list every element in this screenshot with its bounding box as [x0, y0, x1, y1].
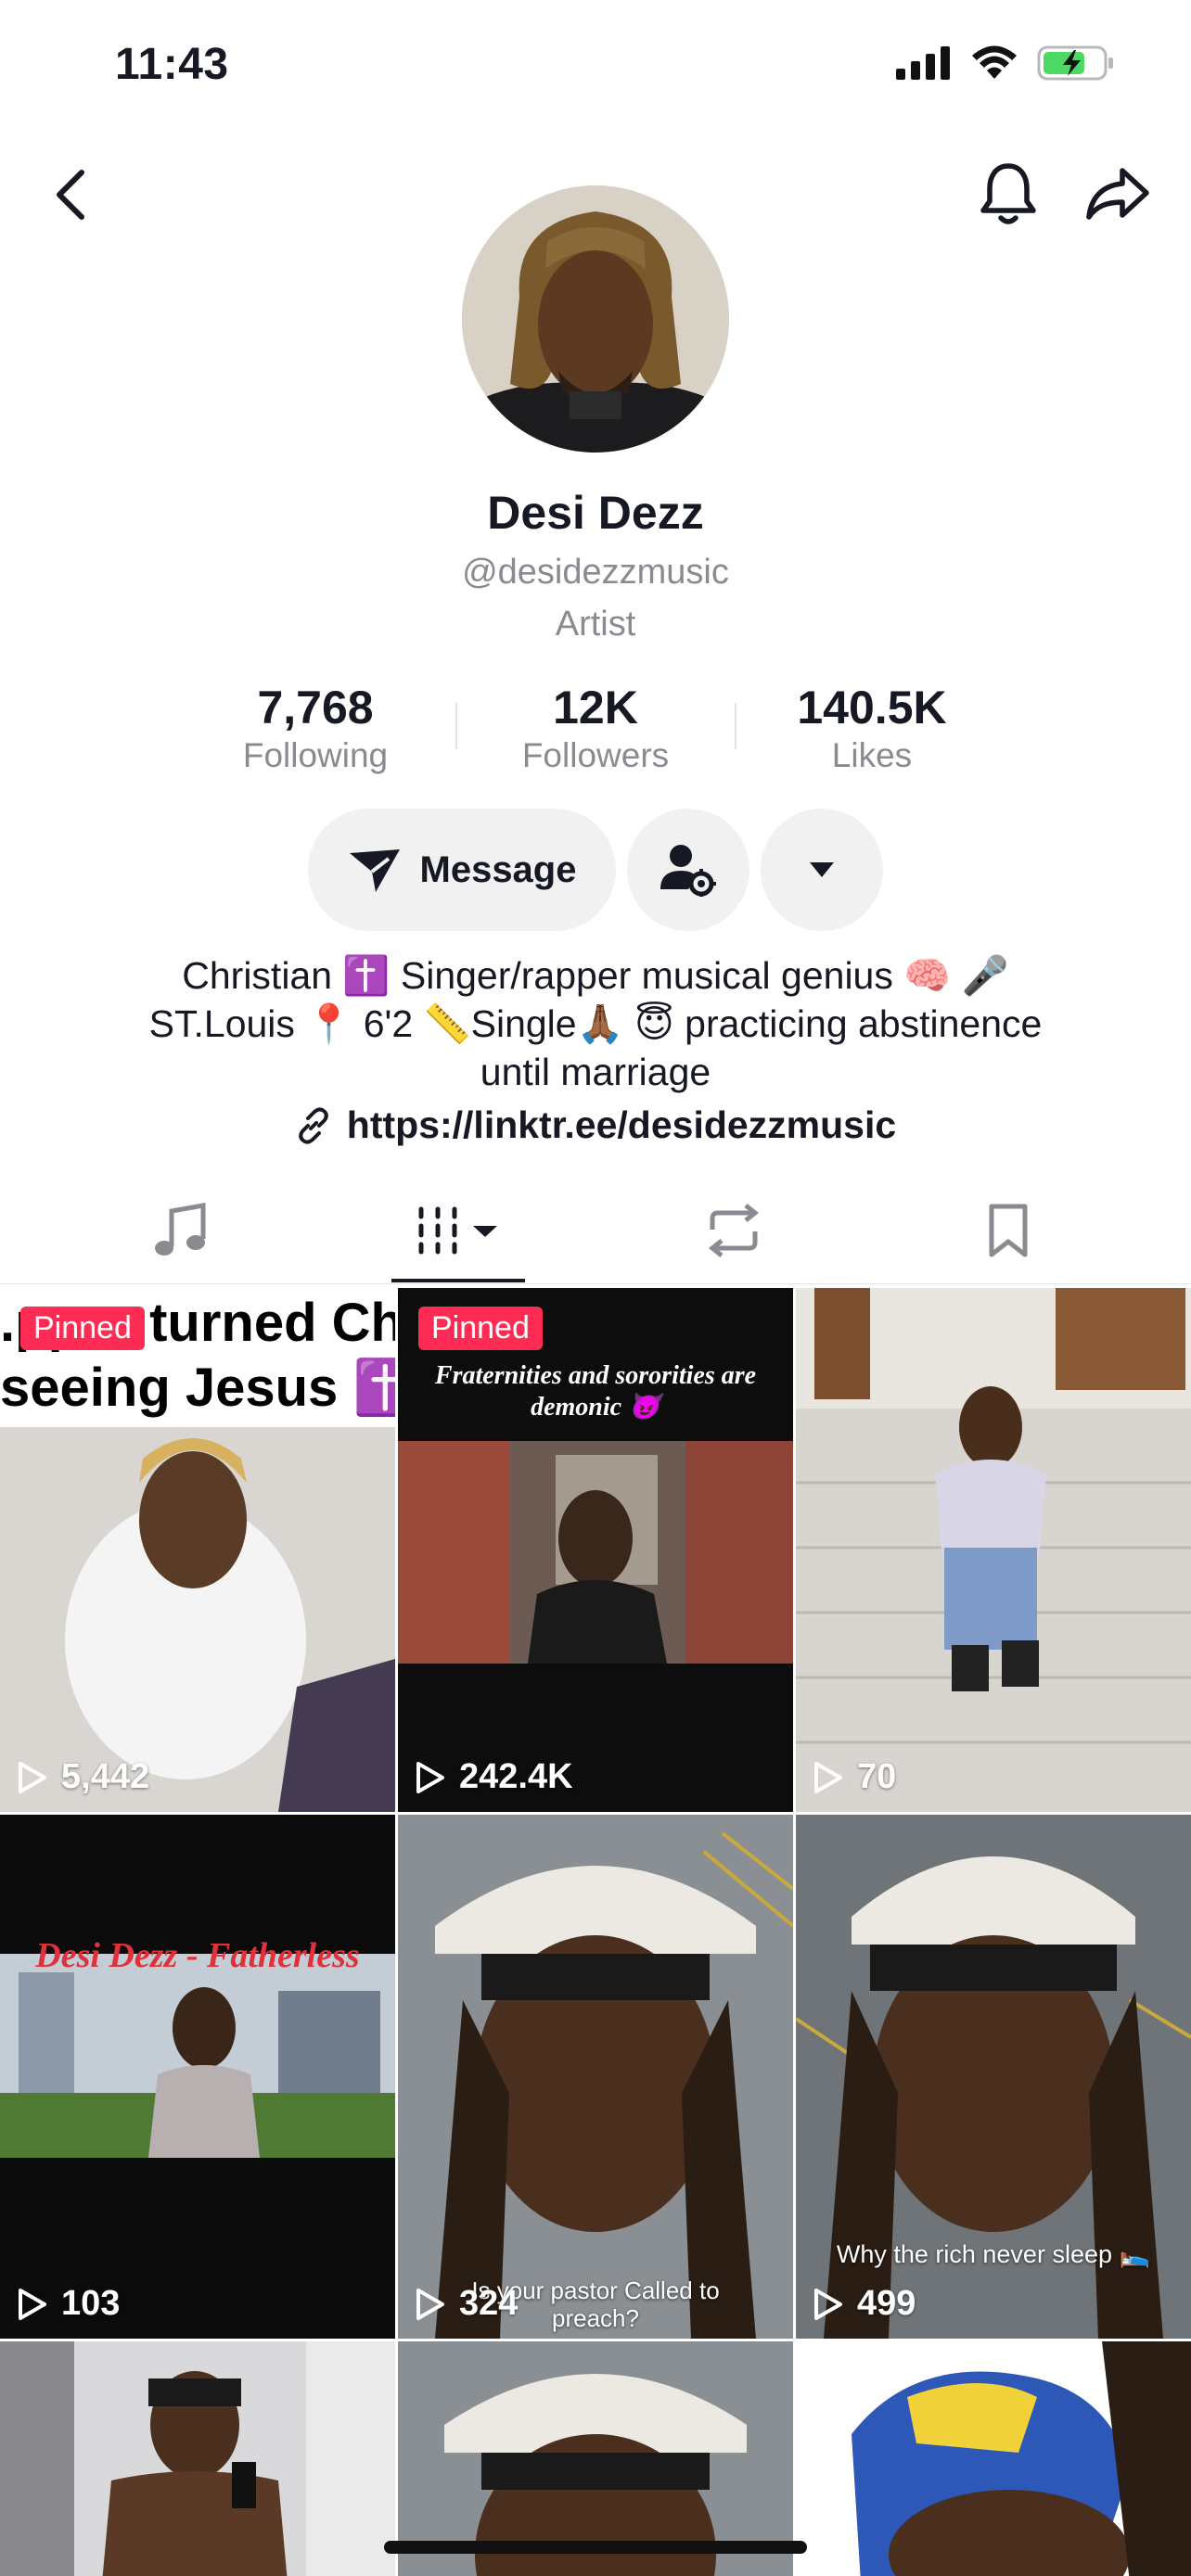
video-views: 499	[813, 2284, 916, 2324]
play-icon	[416, 2288, 444, 2320]
video-views: 5,442	[17, 1757, 149, 1797]
bio-link-text[interactable]: https://linktr.ee/desidezzmusic	[347, 1103, 896, 1147]
play-icon	[814, 2288, 842, 2320]
pinned-badge: Pinned	[418, 1307, 543, 1350]
home-indicator	[384, 2541, 807, 2554]
cellular-signal-icon	[896, 46, 950, 80]
play-icon	[19, 2288, 46, 2320]
tab-videos[interactable]	[310, 1178, 608, 1283]
battery-charging-icon	[1037, 45, 1113, 81]
content-tabs	[0, 1178, 1191, 1283]
bio-line: Christian ✝️ Singer/rapper musical geniu…	[182, 954, 1009, 997]
view-count: 70	[857, 1757, 897, 1796]
video-tile[interactable]: Why the rich never sleep 🛌 499	[796, 1815, 1191, 2339]
stat-following[interactable]: 7,768 Following	[176, 681, 455, 775]
repost-icon	[708, 1204, 759, 1257]
chevron-left-icon	[57, 170, 84, 220]
share-arrow-icon	[1086, 168, 1149, 220]
video-tile[interactable]: Is your pastor Called to preach? 324	[398, 1815, 793, 2339]
account-category: Artist	[555, 605, 636, 644]
status-time: 11:43	[115, 40, 229, 89]
video-tile[interactable]	[796, 2341, 1191, 2576]
bookmark-icon	[989, 1204, 1027, 1257]
back-button[interactable]	[33, 158, 108, 232]
wifi-icon	[972, 45, 1017, 79]
bell-icon	[980, 163, 1036, 224]
notifications-button[interactable]	[968, 154, 1048, 234]
video-views: 242.4K	[415, 1757, 573, 1797]
video-views: 103	[17, 2284, 120, 2324]
video-overlay-text: Desi Dezz - Fatherless	[35, 1936, 360, 1975]
stat-likes[interactable]: 140.5K Likes	[733, 681, 1011, 775]
active-tab-indicator	[391, 1279, 525, 1282]
stat-value: 140.5K	[797, 682, 947, 733]
video-tile[interactable]	[0, 2341, 395, 2576]
share-button[interactable]	[1078, 154, 1158, 234]
message-button[interactable]: Message	[308, 809, 616, 931]
stat-label: Likes	[831, 736, 913, 774]
profile-stats: 7,768 Following 12K Followers 140.5K Lik…	[0, 681, 1191, 783]
view-count: 5,442	[61, 1757, 150, 1796]
status-bar: 11:43	[0, 0, 1191, 130]
video-overlay-text: seeing Jesus ✝️	[0, 1358, 395, 1418]
video-tile[interactable]: 70	[796, 1288, 1191, 1812]
profile-avatar[interactable]	[462, 185, 729, 453]
video-thumbnail	[796, 2341, 1191, 2576]
stat-value: 7,768	[257, 682, 374, 733]
video-views: 324	[415, 2284, 518, 2324]
user-settings-icon	[660, 845, 716, 897]
view-count: 242.4K	[459, 1757, 573, 1796]
link-icon	[299, 1106, 328, 1144]
follow-settings-button[interactable]	[627, 809, 749, 931]
view-count: 103	[61, 2284, 121, 2323]
video-caption: Why the rich never sleep 🛌	[836, 2240, 1151, 2268]
bio-link[interactable]: https://linktr.ee/desidezzmusic	[0, 1103, 1191, 1147]
grid-videos-icon	[418, 1206, 497, 1255]
play-icon	[19, 1761, 46, 1793]
view-count: 324	[459, 2284, 519, 2323]
message-label: Message	[419, 848, 577, 890]
video-tile[interactable]: Desi Dezz - Fatherless 103	[0, 1815, 395, 2339]
username: @desidezzmusic	[462, 553, 729, 592]
caret-down-icon	[810, 862, 834, 877]
bio-line: until marriage	[480, 1051, 711, 1093]
video-thumbnail	[0, 2341, 395, 2576]
music-note-icon	[154, 1203, 205, 1256]
more-options-button[interactable]	[761, 809, 883, 931]
stat-label: Following	[242, 736, 389, 774]
tab-music[interactable]	[32, 1178, 329, 1283]
video-thumbnail	[0, 1815, 395, 2339]
video-thumbnail	[796, 1288, 1191, 1812]
view-count: 499	[857, 2284, 916, 2323]
profile-bio: Christian ✝️ Singer/rapper musical geniu…	[0, 951, 1191, 1096]
pinned-badge: Pinned	[20, 1307, 145, 1350]
play-icon	[814, 1761, 842, 1793]
video-views: 70	[813, 1757, 896, 1797]
bio-line: ST.Louis 📍 6'2 📏Single🙏🏾 😇 practicing ab…	[148, 1002, 1043, 1045]
avatar-photo	[462, 185, 729, 453]
send-icon	[349, 849, 400, 892]
play-icon	[416, 1761, 444, 1793]
stat-value: 12K	[553, 682, 638, 733]
tab-favorites[interactable]	[859, 1178, 1157, 1283]
stat-followers[interactable]: 12K Followers	[456, 681, 735, 775]
tabs-divider	[0, 1283, 1191, 1284]
video-overlay-text: Fraternities and sororities are demonic …	[434, 1361, 757, 1422]
video-tile[interactable]: .ppor turned Ch seeing Jesus ✝️ Pinned 5…	[0, 1288, 395, 1812]
video-thumbnail	[398, 1815, 793, 2339]
display-name: Desi Dezz	[487, 487, 704, 539]
video-tile[interactable]: Pinned Fraternities and sororities are d…	[398, 1288, 793, 1812]
status-icons	[896, 45, 1115, 82]
tab-reposts[interactable]	[584, 1178, 882, 1283]
stat-label: Followers	[521, 736, 670, 774]
